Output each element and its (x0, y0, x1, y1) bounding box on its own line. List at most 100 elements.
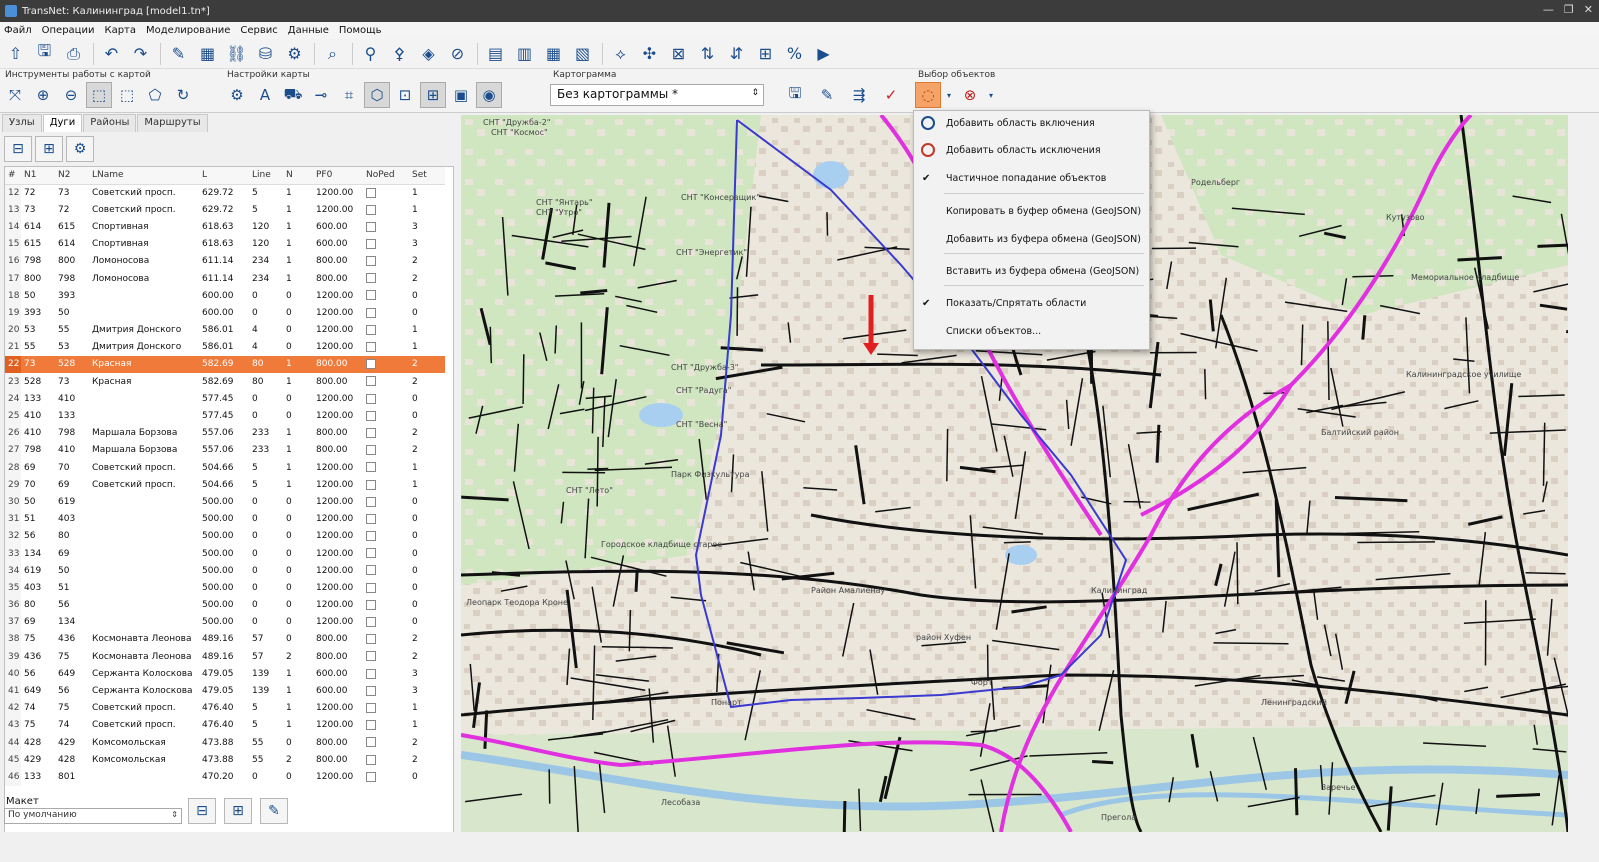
table-row[interactable]: 19 393 50 600.00 0 0 1200.00 0 (5, 304, 445, 322)
column-header[interactable]: N (283, 167, 313, 185)
table-row[interactable]: 20 53 55 Дмитрия Донского 586.01 4 0 1200.00 1 (5, 321, 445, 339)
menu-toggle-areas[interactable]: ✔ Показать/Спрятать области (914, 293, 1149, 313)
cartogram-save-icon[interactable]: 🖫 (782, 82, 808, 108)
table-row[interactable]: 32 56 80 500.00 0 0 1200.00 0 (5, 527, 445, 545)
layer-remove-icon[interactable]: ⊘ (444, 41, 471, 67)
table-row[interactable]: 24 133 410 577.45 0 0 1200.00 0 (5, 390, 445, 408)
noped-checkbox[interactable] (366, 256, 376, 267)
link-icon[interactable]: ⊸ (308, 82, 334, 108)
noped-checkbox[interactable] (366, 393, 376, 404)
close-icon[interactable]: ✕ (1584, 3, 1593, 16)
table-row[interactable]: 13 73 72 Советский просп. 629.72 5 1 1200.00 1 (5, 201, 445, 219)
graph-icon-1[interactable]: ⟡ (607, 41, 634, 67)
node-tool-icon[interactable]: ⚲ (357, 41, 384, 67)
panel-settings-icon[interactable]: ⚙ (66, 136, 94, 162)
select-rect-icon[interactable]: ⬚ (86, 82, 112, 108)
noped-checkbox[interactable] (366, 445, 376, 456)
graph-icon-2[interactable]: ✣ (636, 41, 663, 67)
percent-icon[interactable]: % (781, 41, 808, 67)
noped-checkbox[interactable] (366, 754, 376, 765)
tree-expand-icon[interactable]: ⊟ (4, 136, 32, 162)
maket-select[interactable]: По умолчанию ⇕ (4, 808, 182, 824)
save-icon[interactable]: 🖫 (31, 41, 58, 67)
maket-edit-icon[interactable]: ✎ (260, 798, 288, 824)
junction-icon[interactable]: ⌗ (336, 82, 362, 108)
zoom-out-icon[interactable]: ⊖ (58, 82, 84, 108)
picture-icon[interactable]: ▣ (448, 82, 474, 108)
table-row[interactable]: 31 51 403 500.00 0 0 1200.00 0 (5, 510, 445, 528)
noped-checkbox[interactable] (366, 427, 376, 438)
matrix-icon-1[interactable]: ▤ (482, 41, 509, 67)
column-header[interactable]: Line (249, 167, 283, 185)
table-row[interactable]: 44 428 429 Комсомольская 473.88 55 0 800.00 2 (5, 734, 445, 752)
menu-service[interactable]: Сервис (240, 25, 277, 36)
noped-checkbox[interactable] (366, 376, 376, 387)
table-row[interactable]: 39 436 75 Космонавта Леонова 489.16 57 2 800.00… (5, 648, 445, 666)
column-header[interactable]: LName (89, 167, 199, 185)
noped-checkbox[interactable] (366, 617, 376, 628)
noped-checkbox[interactable] (366, 720, 376, 731)
graph-icon-5[interactable]: ⇵ (723, 41, 750, 67)
noped-checkbox[interactable] (366, 410, 376, 421)
tab-routes[interactable]: Маршруты (137, 114, 208, 132)
menu-operations[interactable]: Операции (42, 25, 95, 36)
maket-collapse-icon[interactable]: ⊞ (224, 798, 252, 824)
noped-checkbox[interactable] (366, 548, 376, 559)
noped-checkbox[interactable] (366, 685, 376, 696)
menu-map[interactable]: Карта (104, 25, 136, 36)
table-row[interactable]: 16 798 800 Ломоносова 611.14 234 1 800.00 2 (5, 252, 445, 270)
table-row[interactable]: 27 798 410 Маршала Борзова 557.06 233 1 800.00 2 (5, 441, 445, 459)
minimize-icon[interactable]: — (1543, 3, 1554, 16)
network-view-icon[interactable]: ⊞ (420, 82, 446, 108)
menu-file[interactable]: Файл (4, 25, 32, 36)
menu-object-lists[interactable]: Списки объектов... (914, 321, 1149, 341)
arcs-grid[interactable]: # N1 N2 LName L Line N PF0 NoPed Set 12 72 73 Советс… (4, 166, 454, 842)
table-row[interactable]: 35 403 51 500.00 0 0 1200.00 0 (5, 579, 445, 597)
noped-checkbox[interactable] (366, 479, 376, 490)
table-row[interactable]: 18 50 393 600.00 0 0 1200.00 0 (5, 287, 445, 305)
column-header[interactable]: NoPed (363, 167, 409, 185)
table-row[interactable]: 29 70 69 Советский просп. 504.66 5 1 1200.00 1 (5, 476, 445, 494)
table-row[interactable]: 40 56 649 Сержанта Колоскова 479.05 139 1 600.0… (5, 665, 445, 683)
noped-checkbox[interactable] (366, 668, 376, 679)
menu-paste-geojson[interactable]: Вставить из буфера обмена (GeoJSON) (914, 261, 1149, 281)
select-area-icon[interactable]: ⬚ (114, 82, 140, 108)
tab-nodes[interactable]: Узлы (2, 114, 42, 132)
noped-checkbox[interactable] (366, 238, 376, 249)
table-row[interactable]: 46 133 801 470.20 0 0 1200.00 0 (5, 768, 445, 786)
table-row[interactable]: 15 615 614 Спортивная 618.63 120 1 600.00 3 (5, 235, 445, 253)
chevron-down-icon[interactable]: ▾ (943, 82, 955, 108)
table-row[interactable]: 21 55 53 Дмитрия Донского 586.01 4 0 1200.00 1 (5, 338, 445, 356)
menu-copy-geojson[interactable]: Копировать в буфер обмена (GeoJSON) (914, 201, 1149, 221)
print-icon[interactable]: ⎙ (60, 41, 87, 67)
table-icon[interactable]: ▦ (194, 41, 221, 67)
menu-modeling[interactable]: Моделирование (146, 25, 230, 36)
region-icon[interactable]: ⬡ (364, 82, 390, 108)
select-area-dropdown-button[interactable]: ◌ (915, 82, 941, 108)
noped-checkbox[interactable] (366, 651, 376, 662)
play-icon[interactable]: ▶ (810, 41, 837, 67)
graph-icon-3[interactable]: ⊠ (665, 41, 692, 67)
noped-checkbox[interactable] (366, 342, 376, 353)
column-header[interactable]: N2 (55, 167, 89, 185)
network-icon[interactable]: ⛓ (223, 41, 250, 67)
noped-checkbox[interactable] (366, 221, 376, 232)
noped-checkbox[interactable] (366, 187, 376, 198)
tree-collapse-icon[interactable]: ⊞ (35, 136, 63, 162)
menu-add-include-area[interactable]: Добавить область включения (914, 113, 1149, 133)
tab-arcs[interactable]: Дуги (42, 114, 83, 132)
column-header[interactable]: Set (409, 167, 445, 185)
matrix-icon-2[interactable]: ▥ (511, 41, 538, 67)
table-row[interactable]: 43 75 74 Советский просп. 476.40 5 1 1200.00 1 (5, 716, 445, 734)
noped-checkbox[interactable] (366, 496, 376, 507)
connector-icon[interactable]: ⊡ (392, 82, 418, 108)
graph-icon-4[interactable]: ⇅ (694, 41, 721, 67)
noped-checkbox[interactable] (366, 359, 376, 370)
open-icon[interactable]: ⇧ (2, 41, 29, 67)
column-header[interactable]: # (5, 167, 21, 185)
menu-partial-hit[interactable]: ✔ Частичное попадание объектов (914, 168, 1149, 188)
table-row[interactable]: 12 72 73 Советский просп. 629.72 5 1 1200.00 1 (5, 184, 445, 202)
menu-add-from-geojson[interactable]: Добавить из буфера обмена (GeoJSON) (914, 229, 1149, 249)
tab-districts[interactable]: Районы (83, 114, 137, 132)
maket-expand-icon[interactable]: ⊟ (188, 798, 216, 824)
